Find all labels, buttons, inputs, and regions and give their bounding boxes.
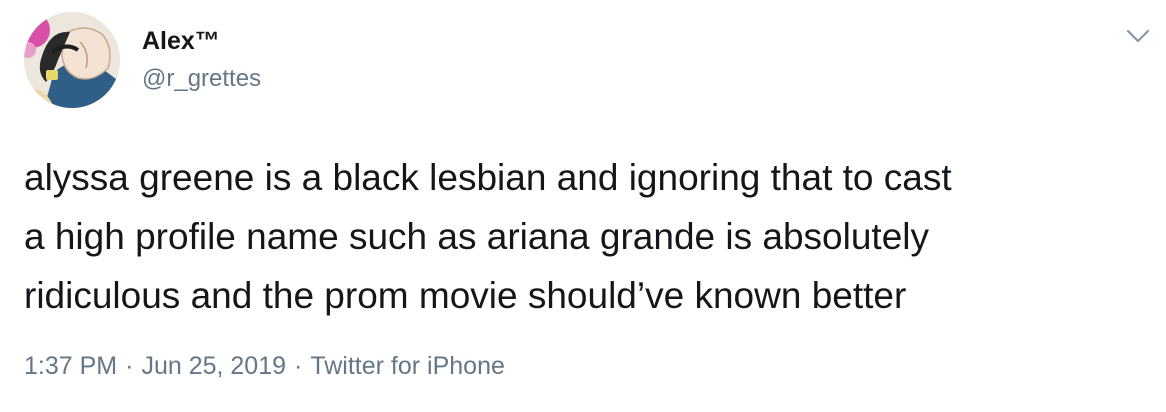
author-display-name[interactable]: Alex™ [142, 26, 220, 56]
tweet-text-line: alyssa greene is a black lesbian and ign… [24, 157, 952, 198]
tweet-card: Alex™ @r_grettes alyssa greene is a blac… [0, 0, 1166, 412]
tweet-date[interactable]: Jun 25, 2019 [141, 352, 286, 380]
tweet-menu-button[interactable] [1122, 22, 1154, 50]
meta-separator: · [294, 352, 303, 380]
anime-avatar-icon [24, 12, 120, 108]
tweet-text: alyssa greene is a black lesbian and ign… [24, 148, 1154, 325]
tweet-source[interactable]: Twitter for iPhone [310, 352, 505, 380]
chevron-down-icon [1126, 29, 1150, 43]
author-handle[interactable]: @r_grettes [142, 64, 261, 94]
tweet-text-line: ridiculous and the prom movie should’ve … [24, 275, 907, 316]
meta-separator: · [125, 352, 134, 380]
tweet-text-line: a high profile name such as ariana grand… [24, 216, 930, 257]
avatar[interactable] [24, 12, 120, 108]
tweet-time[interactable]: 1:37 PM [24, 352, 117, 380]
tweet-metadata: 1:37 PM · Jun 25, 2019 · Twitter for iPhone [24, 350, 505, 382]
